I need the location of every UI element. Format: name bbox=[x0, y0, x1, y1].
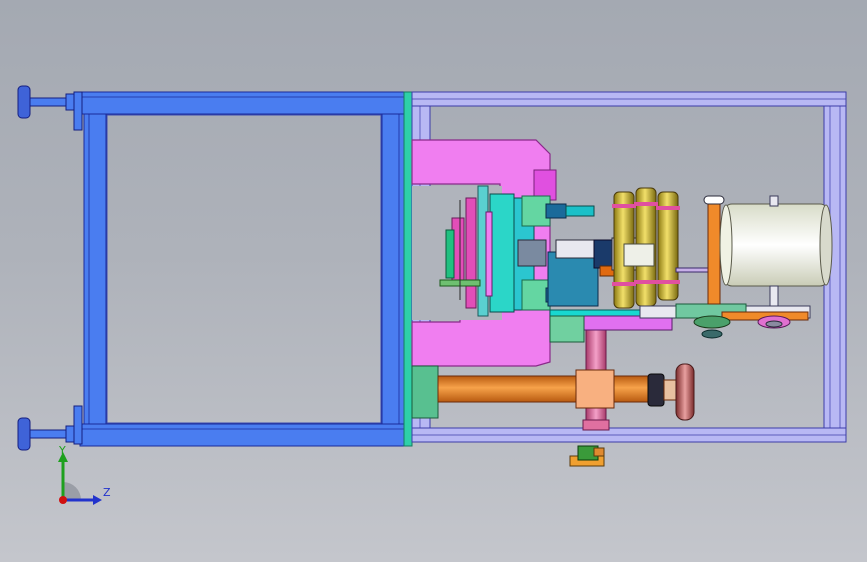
cad-model-view[interactable] bbox=[0, 0, 867, 562]
cad-viewport[interactable]: Y Z bbox=[0, 0, 867, 562]
frame-left[interactable] bbox=[79, 91, 409, 447]
spool-drum[interactable] bbox=[719, 195, 833, 307]
axis-z-label: Z bbox=[103, 486, 111, 499]
leveling-foot-top[interactable] bbox=[17, 85, 83, 131]
coordinate-triad bbox=[58, 452, 102, 505]
handwheel[interactable] bbox=[647, 363, 695, 421]
lead-screw[interactable] bbox=[411, 365, 655, 419]
frame-divider bbox=[403, 91, 413, 447]
leveling-foot-bottom[interactable] bbox=[17, 405, 83, 451]
axis-y-label: Y bbox=[59, 444, 66, 457]
coil-spring-stack[interactable] bbox=[612, 187, 713, 309]
